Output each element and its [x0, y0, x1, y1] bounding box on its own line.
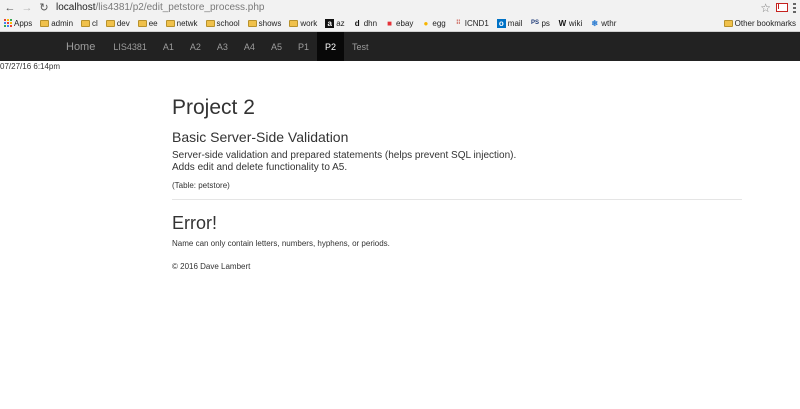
ps-icon: PS	[530, 20, 539, 26]
bookmark-label: wthr	[601, 18, 617, 28]
url-host: localhost	[56, 2, 96, 13]
cisco-icon: ⁞⁞	[456, 20, 461, 26]
bookmark-label: az	[336, 18, 345, 28]
bookmark-shows[interactable]: shows	[247, 18, 282, 28]
nav-item-a1[interactable]: A1	[155, 32, 182, 61]
folder-icon	[165, 19, 175, 27]
bookmark-label: school	[216, 18, 240, 28]
nav-item-p1[interactable]: P1	[290, 32, 317, 61]
folder-icon	[247, 19, 257, 27]
bookmark-label: egg	[432, 18, 446, 28]
description-line-1: Server-side validation and prepared stat…	[172, 150, 517, 161]
gmail-icon[interactable]	[776, 3, 788, 12]
bookmark-wiki[interactable]: Wwiki	[558, 18, 583, 28]
bookmark-ebay[interactable]: ■ ebay	[385, 19, 413, 28]
forward-icon[interactable]: →	[20, 1, 34, 15]
nav-item-lis4381[interactable]: LIS4381	[105, 32, 155, 61]
bookmark-wthr[interactable]: ❄ wthr	[590, 19, 616, 28]
bookmark-label: dev	[116, 18, 130, 28]
main-content: Project 2 Basic Server-Side Validation S…	[172, 95, 742, 271]
bookmark-label: ebay	[396, 18, 414, 28]
nav-item-p2[interactable]: P2	[316, 32, 344, 61]
bookmark-label: ee	[148, 18, 158, 28]
bookmark-icnd1[interactable]: ⁞⁞ ICND1	[454, 19, 489, 28]
weather-icon: ❄	[591, 18, 599, 28]
bookmark-label: netwk	[176, 18, 198, 28]
bookmark-label: wiki	[568, 18, 583, 28]
bookmark-label: dhn	[363, 18, 378, 28]
bookmark-netwk[interactable]: netwk	[165, 18, 198, 28]
bookmark-mail[interactable]: o mail	[496, 18, 523, 28]
folder-icon	[105, 19, 115, 27]
reload-icon[interactable]: ↻	[37, 1, 51, 15]
bookmark-ps[interactable]: PS ps	[530, 18, 550, 28]
page-subtitle: Basic Server-Side Validation	[172, 129, 349, 145]
nav-brand-home[interactable]: Home	[56, 32, 105, 61]
timestamp: 07/27/16 6:14pm	[0, 62, 61, 71]
bookmarks-bar: Apps admin cl dev ee netwk school shows …	[0, 15, 800, 32]
site-navbar: Home LIS4381 A1 A2 A3 A4 A5 P1 P2 Test	[0, 32, 800, 61]
browser-toolbar: ← → ↻ localhost/lis4381/p2/edit_petstore…	[0, 0, 800, 15]
outlook-icon: o	[496, 18, 506, 28]
bookmark-dhn[interactable]: d dhn	[353, 19, 377, 28]
description-line-2: Adds edit and delete functionality to A5…	[172, 162, 348, 173]
folder-icon	[289, 19, 299, 27]
folder-icon	[81, 19, 91, 27]
bookmark-work[interactable]: work	[289, 19, 317, 28]
folder-icon	[205, 19, 215, 27]
bookmark-dev[interactable]: dev	[105, 18, 130, 28]
nav-item-test[interactable]: Test	[344, 32, 377, 61]
ebay-icon: ■	[387, 18, 392, 28]
page-title: Project 2	[172, 96, 255, 119]
divider	[172, 199, 742, 200]
nav-item-a5[interactable]: A5	[263, 32, 290, 61]
bookmark-label: cl	[92, 18, 98, 28]
nav-item-a3[interactable]: A3	[209, 32, 236, 61]
bookmark-school[interactable]: school	[205, 18, 240, 28]
bookmark-label: mail	[507, 18, 523, 28]
folder-icon	[137, 19, 147, 27]
bookmark-label: shows	[258, 18, 282, 28]
other-bookmarks[interactable]: Other bookmarks	[723, 15, 796, 32]
bookmark-star-icon[interactable]: ☆	[760, 1, 771, 15]
apps-grid-icon	[4, 19, 12, 27]
bookmark-label: ICND1	[464, 18, 489, 28]
table-note: (Table: petstore)	[172, 181, 230, 190]
folder-icon	[40, 19, 50, 27]
bookmark-apps[interactable]: Apps	[4, 19, 32, 28]
bookmark-cl[interactable]: cl	[81, 19, 98, 28]
bookmark-label: Apps	[14, 18, 33, 28]
menu-icon[interactable]	[793, 2, 796, 13]
amazon-icon: a	[325, 18, 335, 28]
bookmark-label: admin	[51, 18, 74, 28]
nav-item-a2[interactable]: A2	[182, 32, 209, 61]
folder-icon	[723, 20, 733, 27]
bookmark-egg[interactable]: ● egg	[421, 19, 445, 28]
wikipedia-icon: W	[558, 18, 567, 28]
error-message: Name can only contain letters, numbers, …	[172, 239, 390, 248]
footer-copyright: © 2016 Dave Lambert	[172, 262, 251, 271]
d-icon: d	[354, 18, 360, 28]
egg-icon: ●	[423, 18, 429, 28]
bookmark-az[interactable]: a az	[325, 18, 345, 28]
url-path: /lis4381/p2/edit_petstore_process.php	[95, 2, 265, 13]
error-title: Error!	[172, 213, 217, 233]
bookmark-label: work	[300, 18, 318, 28]
bookmark-admin[interactable]: admin	[40, 19, 73, 28]
back-icon[interactable]: ←	[3, 1, 17, 15]
other-bookmarks-label: Other bookmarks	[734, 19, 796, 28]
bookmark-label: ps	[541, 18, 550, 28]
bookmark-ee[interactable]: ee	[137, 18, 158, 28]
nav-item-a4[interactable]: A4	[236, 32, 263, 61]
address-bar[interactable]: localhost/lis4381/p2/edit_petstore_proce…	[56, 1, 264, 14]
